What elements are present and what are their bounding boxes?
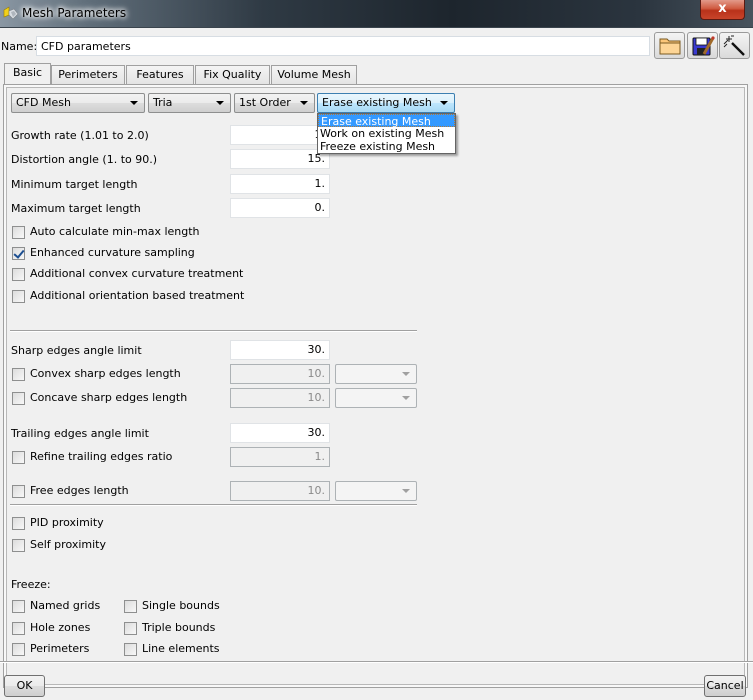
element-type-combo[interactable]: Tria	[148, 93, 231, 113]
freeze-triple-bounds-checkbox[interactable]	[124, 622, 137, 635]
distortion-angle-label: Distortion angle (1. to 90.)	[11, 153, 158, 166]
basic-tab-panel	[3, 84, 748, 688]
chevron-down-icon	[216, 101, 224, 105]
orientation-treatment-label: Additional orientation based treatment	[30, 289, 245, 302]
divider	[10, 330, 417, 332]
max-target-length-label: Maximum target length	[11, 202, 141, 215]
convex-curvature-label: Additional convex curvature treatment	[30, 267, 244, 280]
dropdown-option-work-on[interactable]: Work on existing Mesh	[318, 127, 455, 140]
tab-basic[interactable]: Basic	[4, 63, 51, 84]
magic-wand-icon	[723, 35, 745, 56]
convex-sharp-checkbox[interactable]	[12, 368, 25, 381]
trailing-angle-input[interactable]: 30.	[230, 423, 330, 443]
freeze-perimeters-checkbox[interactable]	[12, 643, 25, 656]
mesh-type-value: CFD Mesh	[16, 96, 71, 109]
save-button[interactable]	[687, 32, 718, 59]
existing-mesh-combo[interactable]: Erase existing Mesh	[317, 93, 455, 113]
existing-mesh-dropdown: Erase existing Mesh Work on existing Mes…	[317, 113, 456, 154]
distortion-angle-input[interactable]: 15.	[230, 149, 330, 169]
enhanced-curvature-checkbox[interactable]	[12, 247, 25, 260]
enhanced-curvature-label: Enhanced curvature sampling	[30, 246, 195, 259]
app-icon	[3, 6, 19, 20]
element-type-value: Tria	[153, 96, 173, 109]
order-value: 1st Order	[239, 96, 291, 109]
chevron-down-icon	[300, 101, 308, 105]
save-edit-icon	[692, 36, 715, 56]
window-title: Mesh Parameters	[22, 6, 127, 20]
chevron-down-icon	[402, 489, 410, 493]
tab-volume-mesh[interactable]: Volume Mesh	[271, 65, 357, 84]
free-edges-label: Free edges length	[30, 484, 129, 497]
dropdown-option-freeze[interactable]: Freeze existing Mesh	[318, 140, 455, 153]
divider	[0, 661, 753, 663]
min-target-length-label: Minimum target length	[11, 178, 138, 191]
freeze-named-grids-label: Named grids	[30, 599, 101, 612]
tab-fix-quality[interactable]: Fix Quality	[195, 65, 270, 84]
concave-sharp-checkbox[interactable]	[12, 392, 25, 405]
concave-sharp-combo[interactable]	[335, 388, 417, 408]
sharp-angle-input[interactable]: 30.	[230, 340, 330, 360]
freeze-triple-bounds-label: Triple bounds	[142, 621, 216, 634]
concave-sharp-label: Concave sharp edges length	[30, 391, 188, 404]
freeze-single-bounds-checkbox[interactable]	[124, 600, 137, 613]
folder-icon	[659, 38, 681, 55]
trailing-angle-label: Trailing edges angle limit	[11, 427, 149, 440]
orientation-treatment-checkbox[interactable]	[12, 290, 25, 303]
refine-trailing-checkbox[interactable]	[12, 451, 25, 464]
refine-trailing-input[interactable]: 1.	[230, 447, 330, 467]
ok-button[interactable]: OK	[4, 675, 45, 697]
freeze-heading: Freeze:	[11, 578, 51, 591]
cancel-button[interactable]: Cancel	[704, 675, 746, 697]
convex-sharp-combo[interactable]	[335, 364, 417, 384]
order-combo[interactable]: 1st Order	[234, 93, 315, 113]
self-proximity-checkbox[interactable]	[12, 539, 25, 552]
free-edges-input[interactable]: 10.	[230, 481, 330, 501]
pid-proximity-label: PID proximity	[30, 516, 104, 529]
freeze-line-elements-checkbox[interactable]	[124, 643, 137, 656]
convex-sharp-label: Convex sharp edges length	[30, 367, 181, 380]
concave-sharp-input[interactable]: 10.	[230, 388, 330, 408]
title-bar: Mesh Parameters x	[0, 0, 753, 28]
chevron-down-icon	[402, 372, 410, 376]
growth-rate-label: Growth rate (1.01 to 2.0)	[11, 129, 149, 142]
self-proximity-label: Self proximity	[30, 538, 106, 551]
freeze-hole-zones-label: Hole zones	[30, 621, 91, 634]
auto-calc-checkbox[interactable]	[12, 226, 25, 239]
chevron-down-icon	[402, 396, 410, 400]
mesh-type-combo[interactable]: CFD Mesh	[11, 93, 145, 113]
freeze-line-elements-label: Line elements	[142, 642, 220, 655]
auto-calc-label: Auto calculate min-max length	[30, 225, 200, 238]
freeze-perimeters-label: Perimeters	[30, 642, 90, 655]
wizard-button[interactable]	[719, 32, 750, 59]
freeze-single-bounds-label: Single bounds	[142, 599, 220, 612]
name-label: Name:	[1, 40, 38, 53]
existing-mesh-value: Erase existing Mesh	[322, 96, 432, 109]
close-button[interactable]: x	[700, 0, 745, 20]
name-input[interactable]	[36, 36, 650, 56]
refine-trailing-label: Refine trailing edges ratio	[30, 450, 173, 463]
freeze-hole-zones-checkbox[interactable]	[12, 622, 25, 635]
freeze-named-grids-checkbox[interactable]	[12, 600, 25, 613]
convex-curvature-checkbox[interactable]	[12, 268, 25, 281]
convex-sharp-input[interactable]: 10.	[230, 364, 330, 384]
open-button[interactable]	[654, 32, 685, 59]
growth-rate-input[interactable]: 1.	[230, 125, 330, 145]
tab-features[interactable]: Features	[126, 65, 194, 84]
divider	[10, 504, 417, 506]
free-edges-checkbox[interactable]	[12, 485, 25, 498]
chevron-down-icon	[130, 101, 138, 105]
free-edges-combo[interactable]	[335, 481, 417, 501]
chevron-down-icon	[440, 101, 448, 105]
max-target-length-input[interactable]: 0.	[230, 198, 330, 218]
tab-perimeters[interactable]: Perimeters	[51, 65, 125, 84]
pid-proximity-checkbox[interactable]	[12, 517, 25, 530]
min-target-length-input[interactable]: 1.	[230, 174, 330, 194]
sharp-angle-label: Sharp edges angle limit	[11, 344, 142, 357]
dropdown-option-erase[interactable]: Erase existing Mesh	[318, 114, 455, 128]
